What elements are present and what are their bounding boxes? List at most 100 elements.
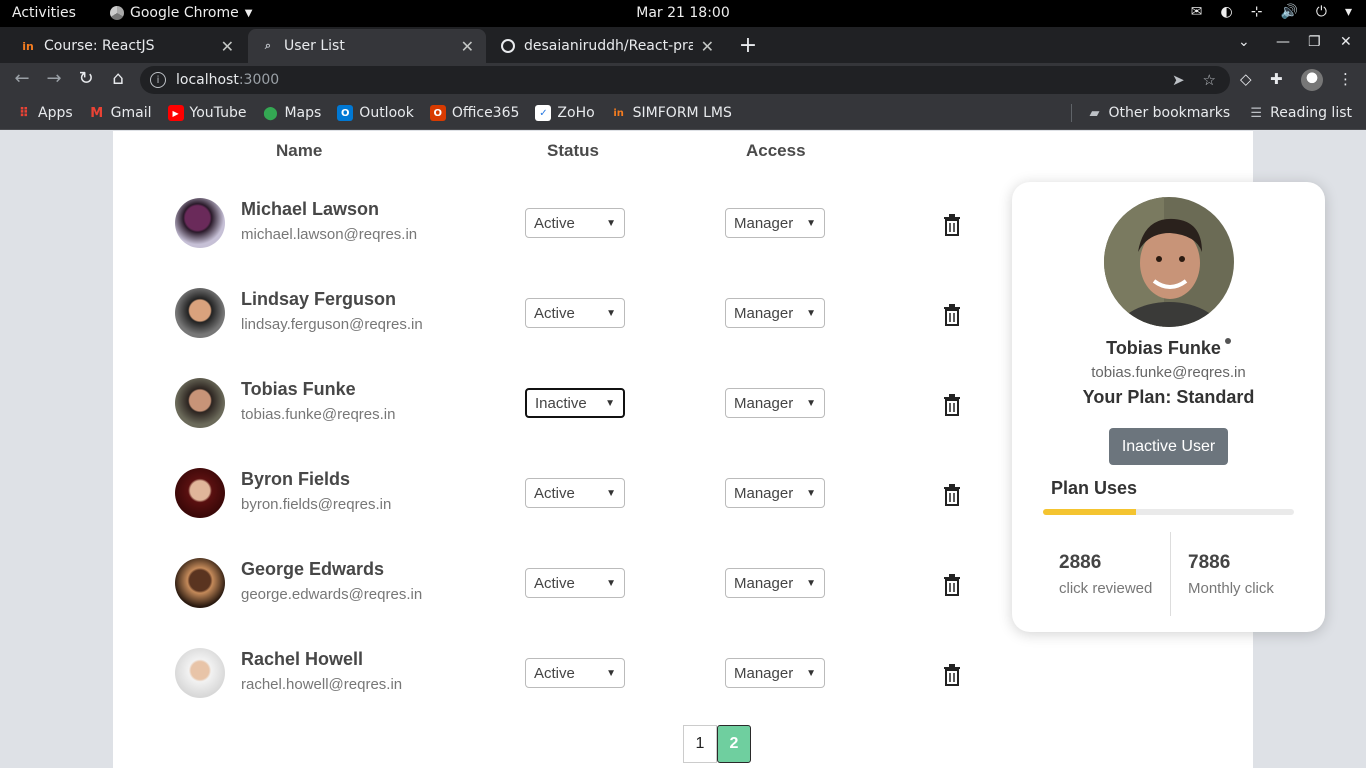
maximize-icon[interactable]: ❐	[1308, 34, 1321, 50]
user-name: Rachel Howell	[241, 649, 364, 669]
bookmark-office365[interactable]: O Office365	[429, 105, 519, 121]
site-info-icon[interactable]: i	[150, 72, 166, 88]
stats-divider	[1170, 532, 1171, 616]
access-select[interactable]: Manager ▼	[725, 388, 825, 418]
new-tab-button[interactable]: +	[736, 33, 760, 58]
chevron-down-icon: ▼	[606, 577, 616, 589]
status-value: Active	[534, 484, 575, 502]
chevron-down-icon: ▼	[605, 397, 615, 409]
bookmark-maps[interactable]: ⬤ Maps	[262, 105, 321, 121]
bookmark-label: SIMFORM LMS	[632, 105, 732, 121]
bookmark-label: Outlook	[359, 105, 414, 121]
table-row: Michael Lawson michael.lawson@reqres.in …	[113, 198, 993, 288]
status-value: Active	[534, 304, 575, 322]
browser-toolbar: ← → ↻ ⌂ i localhost:3000 ➤ ☆ ◇ ✚ ⋮	[0, 63, 1366, 97]
forward-arrow-icon[interactable]: →	[42, 68, 66, 89]
access-select[interactable]: Manager ▼	[725, 478, 825, 508]
night-light-icon[interactable]: ◐	[1221, 4, 1233, 20]
zoho-check-icon: ✓	[535, 105, 552, 121]
status-select[interactable]: Active ▼	[525, 568, 625, 598]
kebab-menu-icon[interactable]: ⋮	[1338, 70, 1353, 88]
plan-uses-label: Plan Uses	[1051, 478, 1138, 498]
chevron-down-icon: ▼	[806, 397, 816, 409]
tab-strip: in Course: ReactJS ✕ ⌕ User List ✕ desai…	[0, 27, 1366, 63]
tab-course-reactjs[interactable]: in Course: ReactJS ✕	[8, 29, 246, 63]
trash-icon[interactable]	[943, 574, 961, 596]
bookmark-outlook[interactable]: O Outlook	[337, 105, 414, 121]
activities-button[interactable]: Activities	[12, 5, 76, 21]
profile-email: tobias.funke@reqres.in	[1091, 364, 1246, 381]
folder-icon: ▰	[1089, 105, 1100, 121]
chevron-down-icon: ▼	[606, 487, 616, 499]
caret-down-icon: ▼	[244, 7, 253, 19]
bookmark-gmail[interactable]: M Gmail	[89, 105, 151, 121]
tab-github[interactable]: desaianiruddh/React-prac ✕	[488, 29, 726, 63]
minimize-icon[interactable]: —	[1276, 34, 1290, 50]
trash-icon[interactable]	[943, 214, 961, 236]
chevron-down-icon: ▼	[806, 577, 816, 589]
home-icon[interactable]: ⌂	[106, 68, 130, 89]
back-arrow-icon[interactable]: ←	[10, 68, 34, 89]
bookmark-apps[interactable]: ⠿ Apps	[16, 105, 73, 121]
avatar	[175, 288, 225, 338]
page-button-1[interactable]: 1	[683, 725, 717, 763]
tab-user-list[interactable]: ⌕ User List ✕	[248, 29, 486, 63]
bookmark-zoho[interactable]: ✓ ZoHo	[535, 105, 595, 121]
network-icon[interactable]: ⊹	[1251, 4, 1263, 20]
app-name-label: Google Chrome	[130, 5, 239, 21]
user-name: George Edwards	[241, 559, 385, 579]
status-select[interactable]: Active ▼	[525, 478, 625, 508]
trash-icon[interactable]	[943, 664, 961, 686]
page-button-2[interactable]: 2	[717, 725, 751, 763]
volume-icon[interactable]: 🔊	[1280, 4, 1297, 20]
window-close-icon[interactable]: ✕	[1340, 34, 1352, 50]
power-icon[interactable]: ⏻	[1316, 4, 1327, 20]
access-value: Manager	[734, 304, 794, 322]
chrome-icon	[110, 6, 124, 20]
address-bar[interactable]: i localhost:3000 ➤ ☆	[140, 66, 1230, 94]
user-email: lindsay.ferguson@reqres.in	[241, 316, 423, 333]
office-icon: O	[429, 105, 446, 121]
user-email: byron.fields@reqres.in	[241, 496, 392, 513]
trash-icon[interactable]	[943, 304, 961, 326]
close-icon[interactable]: ✕	[221, 37, 234, 56]
reading-list[interactable]: ☰ Reading list	[1248, 105, 1352, 121]
chevron-down-icon: ▼	[606, 217, 616, 229]
status-select[interactable]: Inactive ▼	[525, 388, 625, 418]
bookmark-label: ZoHo	[557, 105, 595, 121]
user-email: george.edwards@reqres.in	[241, 586, 423, 603]
access-select[interactable]: Manager ▼	[725, 658, 825, 688]
close-icon[interactable]: ✕	[701, 37, 714, 56]
tab-search-icon[interactable]: ⌄	[1238, 34, 1250, 50]
bookmark-youtube[interactable]: ▶ YouTube	[167, 105, 246, 121]
close-icon[interactable]: ✕	[461, 37, 474, 56]
puzzle-icon[interactable]: ✚	[1270, 70, 1283, 88]
simform-favicon-icon: in	[22, 39, 34, 53]
status-select[interactable]: Active ▼	[525, 208, 625, 238]
chevron-down-icon: ▼	[806, 487, 816, 499]
trash-icon[interactable]	[943, 394, 961, 416]
access-value: Manager	[734, 394, 794, 412]
profile-avatar[interactable]	[1301, 69, 1323, 91]
reload-icon[interactable]: ↻	[74, 68, 98, 89]
extension-icon[interactable]: ◇	[1240, 70, 1252, 88]
system-tray[interactable]: ✉ ◐ ⊹ 🔊 ⏻ ▾	[1191, 4, 1352, 20]
stat-click-reviewed-label: click reviewed	[1059, 580, 1153, 597]
status-select[interactable]: Active ▼	[525, 658, 625, 688]
access-value: Manager	[734, 664, 794, 682]
notification-icon[interactable]: ✉	[1191, 4, 1203, 20]
stat-monthly-click-value: 7886	[1188, 552, 1231, 573]
access-select[interactable]: Manager ▼	[725, 298, 825, 328]
bookmark-star-icon[interactable]: ☆	[1203, 71, 1216, 89]
bookmark-other[interactable]: ▰ Other bookmarks	[1086, 105, 1230, 121]
send-icon[interactable]: ➤	[1172, 71, 1185, 89]
access-select[interactable]: Manager ▼	[725, 208, 825, 238]
header-status: Status	[547, 141, 599, 160]
app-menu[interactable]: Google Chrome ▼	[110, 5, 252, 21]
trash-icon[interactable]	[943, 484, 961, 506]
status-select[interactable]: Active ▼	[525, 298, 625, 328]
access-select[interactable]: Manager ▼	[725, 568, 825, 598]
inactive-user-button[interactable]: Inactive User	[1109, 428, 1228, 465]
chevron-down-icon[interactable]: ▾	[1345, 4, 1352, 20]
bookmark-simform[interactable]: in SIMFORM LMS	[611, 105, 732, 121]
